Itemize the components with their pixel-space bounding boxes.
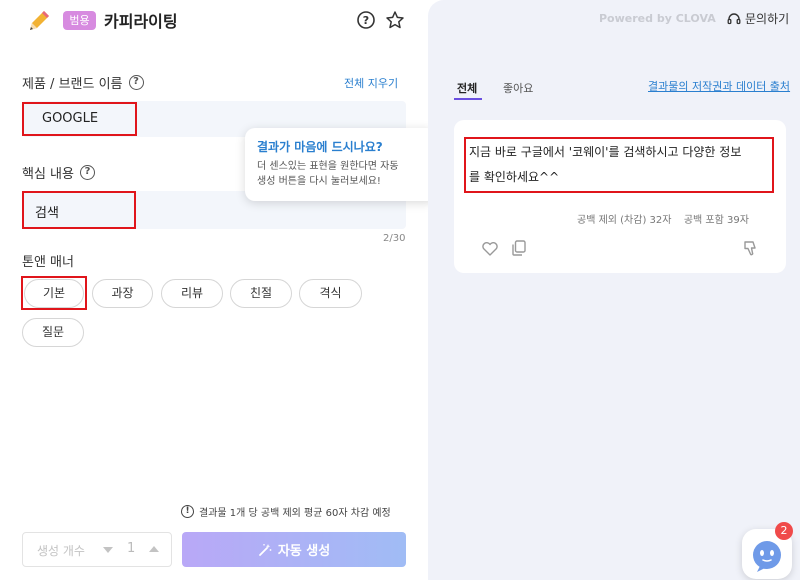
heart-icon[interactable] [481,240,499,258]
generate-label: 자동 생성 [277,544,331,559]
copy-icon[interactable] [510,239,528,257]
usage-notice: ! 결과물 1개 당 공백 제외 평균 60자 차감 예정 [181,504,391,519]
tone-label: 톤앤 매너 [22,255,74,270]
tone-chip-formal[interactable]: 격식 [299,279,362,308]
info-icon: ! [181,505,194,518]
count-including: 공백 포함 39자 [683,215,749,226]
copyright-link[interactable]: 결과물의 저작권과 데이터 출처 [648,78,790,94]
thumbs-down-icon[interactable] [742,239,760,257]
stepper-value: 1 [127,541,136,556]
product-label: 제품 / 브랜드 이름 [22,77,123,92]
help-icon[interactable]: ? [79,165,95,180]
tab-all[interactable]: 전체 [457,80,477,96]
active-tab-indicator [454,98,482,100]
count-excluding: 공백 제외 (차감) 32자 [577,215,672,226]
tooltip-title: 결과가 마음에 드시나요? [257,140,383,154]
category-badge: 범용 [63,11,96,30]
highlight-box [22,102,137,136]
tooltip-body-line1: 더 센스있는 표현을 원한다면 자동 [257,161,399,172]
question-icon[interactable]: ? [356,10,376,30]
highlight-box [21,276,87,310]
tooltip-body-line2: 생성 버튼을 다시 눌러보세요! [257,176,381,187]
pencil-icon [30,11,49,30]
magic-wand-icon [258,543,272,556]
tab-liked[interactable]: 좋아요 [503,80,533,96]
tip-tooltip: 결과가 마음에 드시나요? 더 센스있는 표현을 원한다면 자동 생성 버튼을 … [245,128,437,201]
highlight-box [22,191,136,229]
tone-chip-review[interactable]: 리뷰 [161,279,223,308]
help-link[interactable]: 문의하기 [727,10,789,27]
char-counter: 2/30 [383,233,406,244]
notification-badge: 2 [775,522,793,540]
headset-icon [727,12,741,24]
char-counts: 공백 제외 (차감) 32자 공백 포함 39자 [577,211,749,226]
tone-chip-question[interactable]: 질문 [22,318,84,347]
left-panel: 범용 카피라이팅 ? 제품 / 브랜드 이름 ? 전체 지우기 GOOGLE 핵… [0,0,437,580]
core-label: 핵심 내용 [22,167,74,182]
chevron-down-icon[interactable] [103,547,113,553]
page-title: 카피라이팅 [104,12,178,31]
help-icon[interactable]: ? [128,75,144,90]
chevron-up-icon[interactable] [149,546,159,552]
product-label-row: 제품 / 브랜드 이름 ? [22,73,144,92]
highlight-box [464,137,774,193]
stepper-label: 생성 개수 [37,544,85,558]
svg-text:?: ? [363,14,369,27]
count-stepper[interactable]: 생성 개수 1 [22,532,172,567]
clear-all-button[interactable]: 전체 지우기 [344,75,398,91]
core-label-row: 핵심 내용 ? [22,163,95,182]
tone-chip-exaggerate[interactable]: 과장 [92,279,153,308]
tone-chip-friendly[interactable]: 친절 [230,279,292,308]
powered-by-text: Powered by CLOVA [599,12,716,25]
generate-button[interactable]: 자동 생성 [182,532,406,567]
tone-label-row: 톤앤 매너 [22,251,74,270]
star-icon[interactable] [385,10,405,30]
help-label: 문의하기 [745,12,790,26]
notice-text: 결과물 1개 당 공백 제외 평균 60자 차감 예정 [199,508,391,519]
header: 범용 카피라이팅 ? [0,0,428,44]
